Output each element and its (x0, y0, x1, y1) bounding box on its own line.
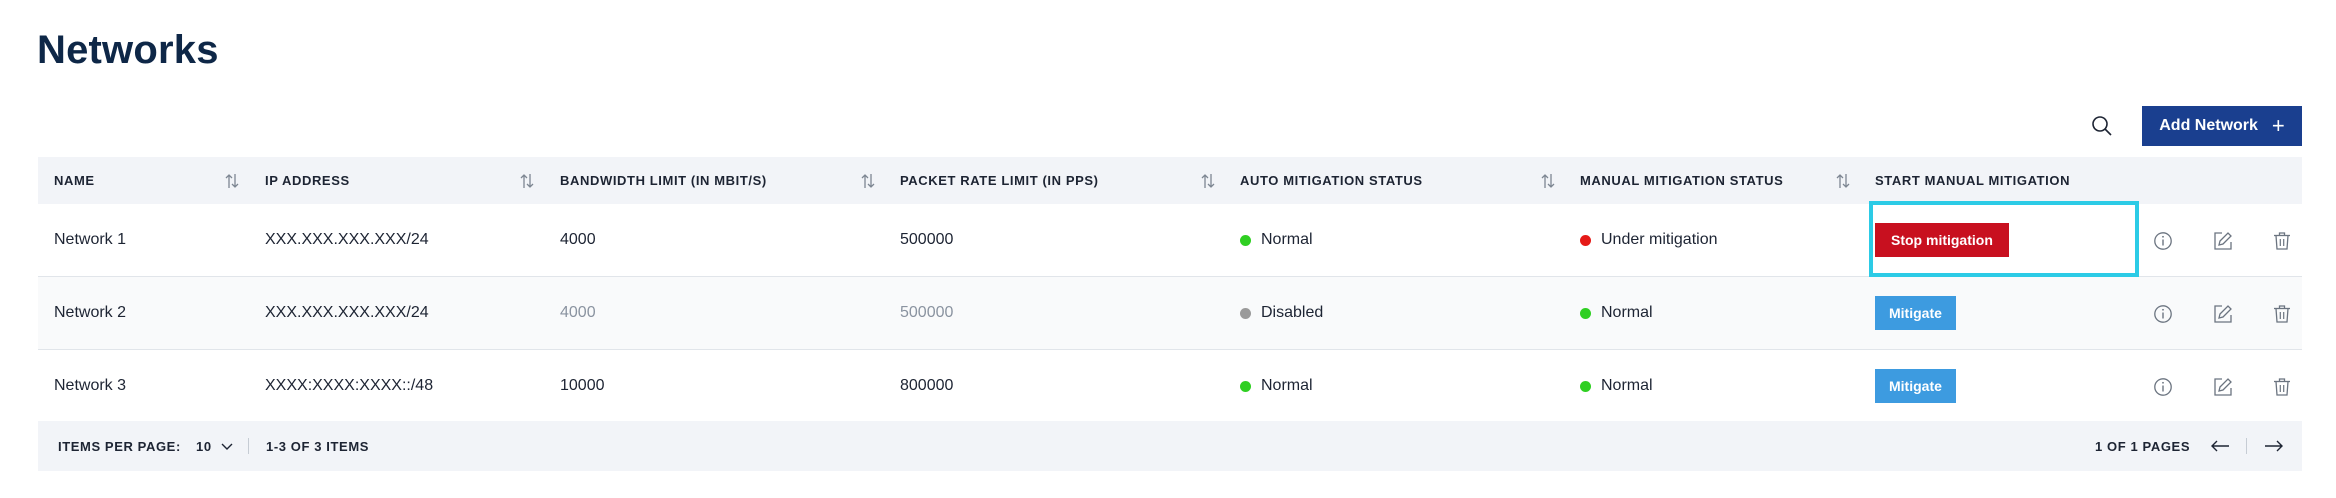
mitigate-button[interactable]: Mitigate (1875, 296, 1956, 330)
start-mitigation-cell: Mitigate (1875, 350, 1956, 422)
networks-table: NAME IP ADDRESS BANDWIDTH LIMIT (IN MBIT… (38, 157, 2302, 423)
network-name: Network 3 (54, 377, 127, 394)
prev-page-button[interactable] (2210, 421, 2230, 471)
column-header-manual-status: MANUAL MITIGATION STATUS (1580, 173, 1784, 188)
search-button[interactable] (2082, 106, 2122, 146)
status-dot (1580, 307, 1591, 319)
manual-mitigation-status: Normal (1580, 350, 1653, 422)
divider (2246, 438, 2247, 454)
arrow-right-icon (2265, 440, 2283, 452)
sort-icon[interactable] (1835, 172, 1851, 190)
divider (248, 438, 249, 454)
trash-icon[interactable] (2272, 377, 2292, 397)
ip-address: XXX.XXX.XXX.XXX/24 (265, 304, 429, 321)
status-dot (1240, 380, 1251, 392)
search-icon (2092, 116, 2112, 136)
trash-icon[interactable] (2272, 231, 2292, 251)
column-header-start-mitigation: START MANUAL MITIGATION (1875, 173, 2071, 188)
sort-icon[interactable] (224, 172, 240, 190)
stop-mitigation-button[interactable]: Stop mitigation (1875, 223, 2009, 257)
ip-address: XXX.XXX.XXX.XXX/24 (265, 231, 429, 248)
table-row: Network 1 XXX.XXX.XXX.XXX/24 4000 500000… (38, 204, 2302, 277)
mitigate-button[interactable]: Mitigate (1875, 369, 1956, 403)
next-page-button[interactable] (2264, 421, 2284, 471)
manual-mitigation-status: Under mitigation (1580, 204, 1718, 276)
packet-rate-limit: 500000 (900, 231, 954, 248)
column-header-name: NAME (54, 173, 95, 188)
bandwidth-limit: 4000 (560, 231, 596, 248)
edit-icon[interactable] (2213, 377, 2233, 397)
bandwidth-limit: 4000 (560, 304, 596, 321)
status-dot (1240, 307, 1251, 319)
add-network-label: Add Network (2159, 117, 2258, 134)
items-per-page-value: 10 (196, 438, 212, 454)
auto-mitigation-status: Normal (1240, 204, 1313, 276)
column-header-packet-rate: PACKET RATE LIMIT (IN PPS) (900, 173, 1099, 188)
items-range: 1-3 OF 3 ITEMS (266, 438, 370, 454)
auto-mitigation-status: Disabled (1240, 277, 1323, 349)
info-icon[interactable] (2153, 377, 2173, 397)
table-row: Network 2 XXX.XXX.XXX.XXX/24 4000 500000… (38, 277, 2302, 350)
status-dot (1580, 234, 1591, 246)
status-dot (1580, 380, 1591, 392)
auto-status-label: Normal (1261, 377, 1313, 394)
start-mitigation-cell: Stop mitigation (1875, 204, 2009, 276)
trash-icon[interactable] (2272, 304, 2292, 324)
column-header-bandwidth: BANDWIDTH LIMIT (IN MBIT/S) (560, 173, 767, 188)
bandwidth-limit: 10000 (560, 377, 605, 394)
pages-indicator: 1 OF 1 PAGES (2095, 438, 2191, 454)
status-dot (1240, 234, 1251, 246)
network-name: Network 1 (54, 231, 127, 248)
table-row: Network 3 XXXX:XXXX:XXXX::/48 10000 8000… (38, 350, 2302, 423)
table-footer: ITEMS PER PAGE: 10 1-3 OF 3 ITEMS 1 OF 1… (38, 421, 2302, 471)
column-header-auto-status: AUTO MITIGATION STATUS (1240, 173, 1423, 188)
info-icon[interactable] (2153, 231, 2173, 251)
page-title: Networks (37, 28, 219, 72)
manual-status-label: Under mitigation (1601, 231, 1718, 248)
edit-icon[interactable] (2213, 304, 2233, 324)
chevron-down-icon (221, 443, 233, 450)
table-header: NAME IP ADDRESS BANDWIDTH LIMIT (IN MBIT… (38, 157, 2302, 204)
sort-icon[interactable] (1540, 172, 1556, 190)
info-icon[interactable] (2153, 304, 2173, 324)
arrow-left-icon (2211, 440, 2229, 452)
auto-status-label: Normal (1261, 231, 1313, 248)
auto-status-label: Disabled (1261, 304, 1324, 321)
network-name: Network 2 (54, 304, 127, 321)
start-mitigation-cell: Mitigate (1875, 277, 1956, 349)
packet-rate-limit: 800000 (900, 377, 954, 394)
sort-icon[interactable] (519, 172, 535, 190)
manual-status-label: Normal (1601, 377, 1653, 394)
manual-status-label: Normal (1601, 304, 1653, 321)
plus-icon: + (2271, 113, 2285, 138)
auto-mitigation-status: Normal (1240, 350, 1313, 422)
edit-icon[interactable] (2213, 231, 2233, 251)
packet-rate-limit: 500000 (900, 304, 954, 321)
add-network-button[interactable]: Add Network + (2142, 106, 2302, 146)
ip-address: XXXX:XXXX:XXXX::/48 (265, 377, 434, 394)
manual-mitigation-status: Normal (1580, 277, 1653, 349)
items-per-page-label: ITEMS PER PAGE: (58, 438, 181, 454)
sort-icon[interactable] (860, 172, 876, 190)
sort-icon[interactable] (1200, 172, 1216, 190)
column-header-ip: IP ADDRESS (265, 173, 350, 188)
items-per-page-select[interactable]: 10 (196, 421, 234, 471)
table-toolbar: Add Network + (2082, 106, 2302, 146)
